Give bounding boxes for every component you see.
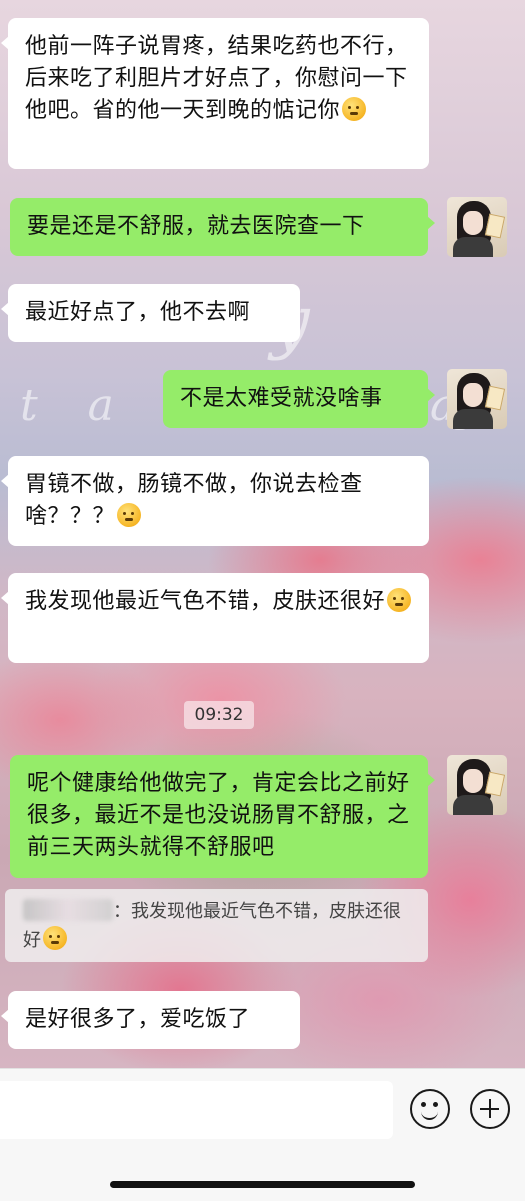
plus-circle-icon[interactable] xyxy=(470,1089,510,1129)
message-text: 不是太难受就没啥事 xyxy=(180,386,383,411)
quoted-message[interactable]: ：我发现他最近气色不错，皮肤还很好 xyxy=(5,889,428,962)
message-input[interactable] xyxy=(0,1081,393,1139)
message-timestamp: 09:32 xyxy=(184,701,254,729)
message-text: 呢个健康给他做完了，肯定会比之前好很多，最近不是也没说肠胃不舒服，之前三天两头就… xyxy=(27,771,410,860)
incoming-message[interactable]: 是好很多了，爱吃饭了 xyxy=(1,991,300,1049)
incoming-message[interactable]: 最近好点了，他不去啊 xyxy=(1,284,300,342)
message-text: 要是还是不舒服，就去医院查一下 xyxy=(27,214,365,239)
incoming-message[interactable]: 胃镜不做，肠镜不做，你说去检查啥？？？ xyxy=(1,456,429,546)
thinking-face-emoji-icon xyxy=(342,97,367,121)
message-text: 是好很多了，爱吃饭了 xyxy=(25,1007,251,1032)
my-avatar[interactable] xyxy=(447,755,507,815)
my-avatar[interactable] xyxy=(447,197,507,257)
crying-laughing-emoji-icon xyxy=(117,503,142,527)
blurred-sender-name xyxy=(23,899,113,921)
thinking-face-emoji-icon xyxy=(43,926,67,950)
thinking-face-emoji-icon xyxy=(387,588,412,612)
outgoing-message[interactable]: 不是太难受就没啥事 xyxy=(163,370,435,428)
message-text: 最近好点了，他不去啊 xyxy=(25,300,251,325)
smiley-icon[interactable] xyxy=(410,1089,450,1129)
message-text: 我发现他最近气色不错，皮肤还很好 xyxy=(25,589,386,614)
outgoing-message[interactable]: 要是还是不舒服，就去医院查一下 xyxy=(10,198,435,256)
message-text: 胃镜不做，肠镜不做，你说去检查啥？？？ xyxy=(25,472,363,529)
incoming-message[interactable]: 他前一阵子说胃疼，结果吃药也不行，后来吃了利胆片才好点了，你慰问一下他吧。省的他… xyxy=(1,18,429,169)
outgoing-message[interactable]: 呢个健康给他做完了，肯定会比之前好很多，最近不是也没说肠胃不舒服，之前三天两头就… xyxy=(10,755,435,878)
my-avatar[interactable] xyxy=(447,369,507,429)
incoming-message[interactable]: 我发现他最近气色不错，皮肤还很好 xyxy=(1,573,429,663)
home-indicator xyxy=(110,1181,415,1188)
